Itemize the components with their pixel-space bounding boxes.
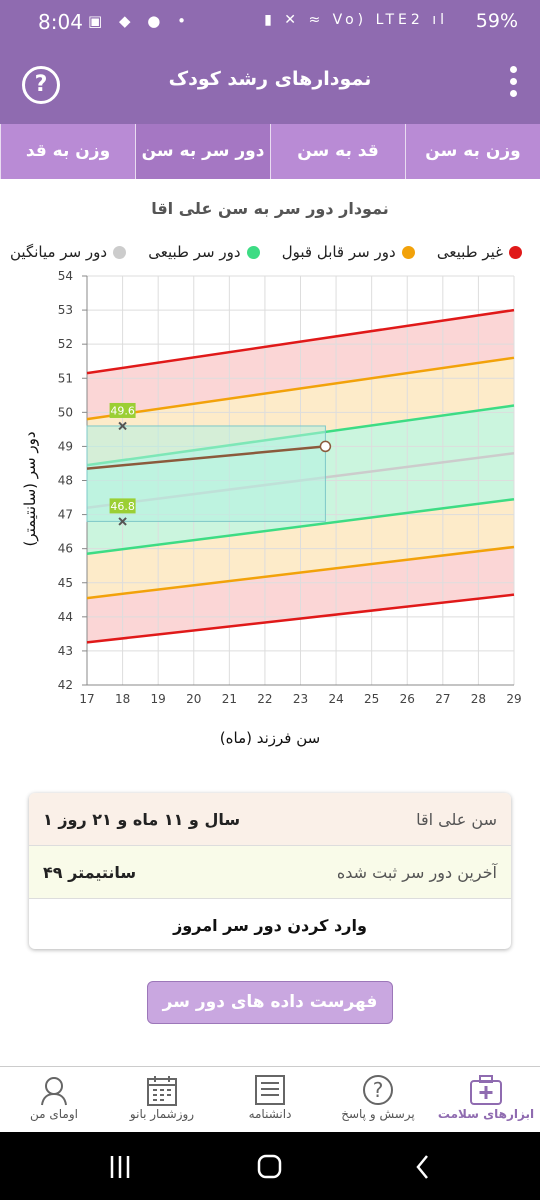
tab-weight-for-height[interactable]: وزن به قد — [0, 124, 135, 179]
legend-item-average: دور سر میانگین — [10, 243, 127, 261]
nav-encyclopedia[interactable]: دانشنامه — [216, 1067, 324, 1133]
tab-weight-for-age[interactable]: وزن به سن — [405, 124, 540, 179]
recent-apps-icon — [110, 1156, 130, 1178]
nav-calendar[interactable]: روزشمار بانو — [108, 1067, 216, 1133]
nav-health-tools[interactable]: ابزارهای سلامت — [432, 1067, 540, 1133]
y-tick-label: 43 — [58, 644, 73, 658]
system-nav-bar — [0, 1132, 540, 1200]
medical-kit-icon — [470, 1075, 502, 1105]
chart-title: نمودار دور سر به سن علی اقا — [151, 199, 389, 218]
last-record-value: ۴۹ سانتیمتر — [43, 862, 137, 882]
x-tick-label: 26 — [400, 692, 415, 706]
legend-dot-red — [508, 245, 522, 259]
x-tick-label: 25 — [364, 692, 379, 706]
age-row: سن علی اقا ۱ سال و ۱۱ ماه و ۲۱ روز — [29, 793, 511, 846]
status-bar: 8:04 ▣ ◆ ● • ▮ ✕ ≈ Vo) LTE2 ıl 59% — [0, 0, 540, 44]
x-tick-label: 17 — [79, 692, 94, 706]
y-tick-label: 54 — [58, 270, 73, 283]
chart-legend: غیر طبیعی دور سر قابل قبول دور سر طبیعی … — [10, 243, 522, 261]
nav-my-profile[interactable]: اومای من — [0, 1067, 108, 1133]
x-tick-label: 27 — [435, 692, 450, 706]
marker-label: 49.6 — [110, 404, 135, 417]
y-tick-label: 46 — [58, 542, 73, 556]
y-tick-label: 53 — [58, 303, 73, 317]
question-icon: ? — [363, 1075, 393, 1105]
x-tick-label: 21 — [222, 692, 237, 706]
y-tick-label: 42 — [58, 678, 73, 692]
data-list-button[interactable]: فهرست داده های دور سر علی اقا — [147, 981, 393, 1052]
x-axis-label: سن فرزند (ماه) — [219, 729, 321, 747]
calendar-icon — [147, 1076, 177, 1106]
info-card: سن علی اقا ۱ سال و ۱۱ ماه و ۲۱ روز آخرین… — [29, 793, 511, 949]
home-icon — [257, 1154, 282, 1179]
nav-questions[interactable]: ? پرسش و پاسخ — [324, 1067, 432, 1133]
app-bar: ? نمودارهای رشد کودک — [0, 44, 540, 124]
x-tick-label: 18 — [115, 692, 130, 706]
legend-item-abnormal: غیر طبیعی — [437, 243, 522, 261]
y-axis-label: دور سر (سانتیمتر) — [21, 431, 39, 547]
signal-icons: ▮ ✕ ≈ Vo) LTE2 ıl — [264, 12, 448, 28]
x-tick-label: 22 — [257, 692, 272, 706]
x-tick-label: 28 — [471, 692, 486, 706]
x-tick-label: 20 — [186, 692, 201, 706]
legend-dot-gray — [113, 245, 127, 259]
notification-icons: ▣ ◆ ● • — [88, 12, 192, 30]
enter-today-button[interactable]: وارد کردن دور سر امروز — [29, 899, 511, 949]
svg-text:?: ? — [373, 1078, 384, 1102]
age-value: ۱ سال و ۱۱ ماه و ۲۱ روز — [43, 809, 241, 829]
age-label: سن علی اقا — [416, 809, 497, 829]
y-tick-label: 51 — [58, 371, 73, 385]
y-tick-label: 45 — [58, 576, 73, 590]
legend-dot-green — [246, 245, 260, 259]
chart-tabs: وزن به سن قد به سن دور سر به سن وزن به ق… — [0, 124, 540, 179]
y-tick-label: 50 — [58, 405, 73, 419]
newspaper-icon — [255, 1075, 285, 1105]
more-options-icon[interactable] — [508, 66, 518, 102]
y-tick-label: 47 — [58, 508, 73, 522]
woman-avatar-icon — [41, 1077, 67, 1106]
legend-dot-orange — [401, 245, 415, 259]
x-tick-label: 23 — [293, 692, 308, 706]
y-tick-label: 44 — [58, 610, 73, 624]
tab-head-circumference[interactable]: دور سر به سن — [135, 124, 270, 179]
status-time: 8:04 — [38, 10, 83, 34]
y-tick-label: 52 — [58, 337, 73, 351]
y-tick-label: 49 — [58, 439, 73, 453]
legend-item-normal: دور سر طبیعی — [148, 243, 260, 261]
battery-level: 59% — [475, 10, 518, 32]
bottom-nav: ابزارهای سلامت ? پرسش و پاسخ دانشنامه رو… — [0, 1066, 540, 1133]
page-title: نمودارهای رشد کودک — [168, 68, 372, 90]
x-tick-label: 29 — [506, 692, 521, 706]
system-nav-icons — [110, 1154, 428, 1179]
tab-height-for-age[interactable]: قد به سن — [270, 124, 405, 179]
y-tick-label: 48 — [58, 474, 73, 488]
marker-label: 46.8 — [110, 500, 135, 513]
last-record-label: آخرین دور سر ثبت شده — [336, 862, 497, 882]
back-icon — [416, 1155, 428, 1179]
x-tick-label: 19 — [151, 692, 166, 706]
x-tick-label: 24 — [328, 692, 343, 706]
current-measurement-point — [319, 440, 332, 453]
last-record-row: آخرین دور سر ثبت شده ۴۹ سانتیمتر — [29, 846, 511, 899]
head-circumference-chart: 17 18 19 20 21 22 23 24 25 26 27 28 29 42 43 44 45 46 47 48… — [58, 270, 522, 706]
legend-item-acceptable: دور سر قابل قبول — [282, 243, 415, 261]
